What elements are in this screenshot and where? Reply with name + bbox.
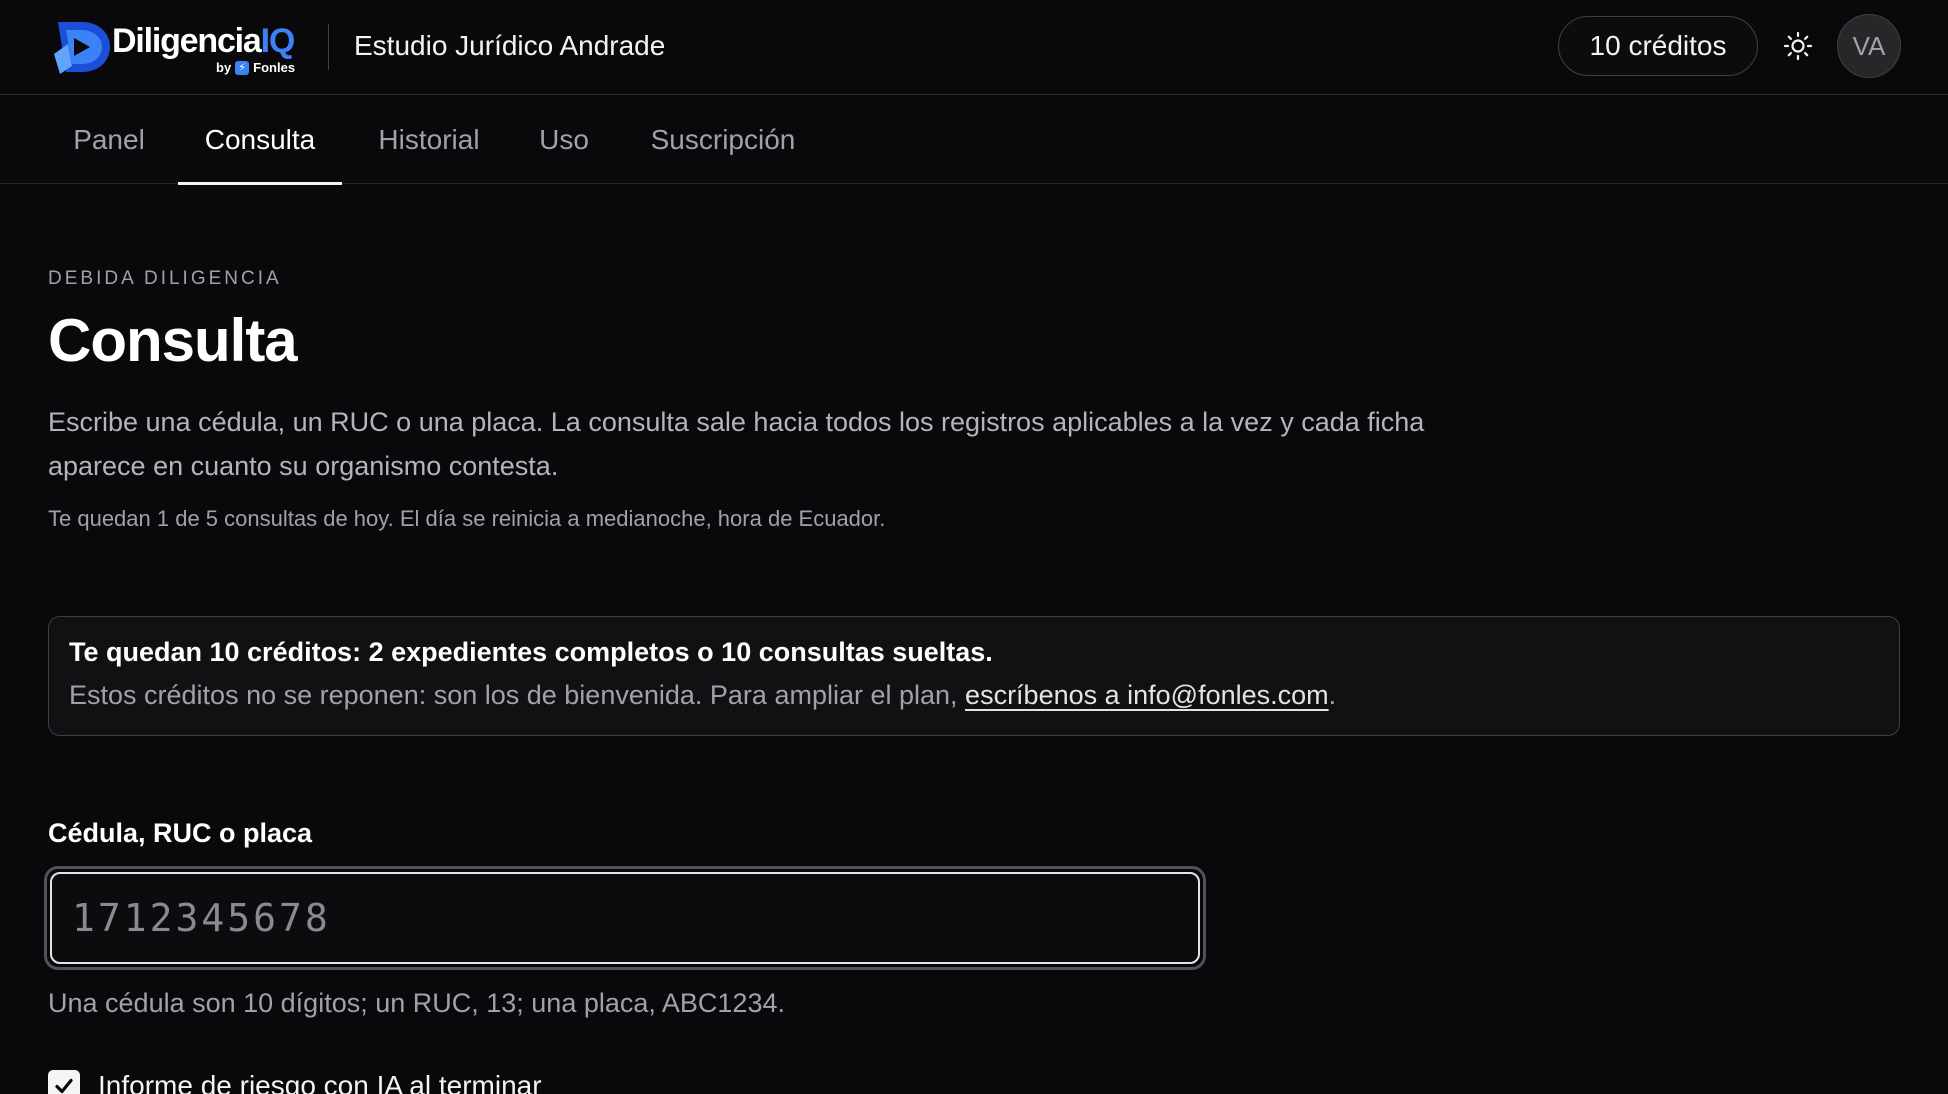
tab-uso[interactable]: Uso [526, 95, 602, 184]
fonles-icon: ⚡ [235, 60, 250, 75]
notice-body: Estos créditos no se reponen: son los de… [69, 680, 1879, 711]
tab-historial[interactable]: Historial [364, 95, 494, 184]
credits-notice: Te quedan 10 créditos: 2 expedientes com… [48, 616, 1900, 736]
checkmark-icon [55, 1078, 73, 1094]
logo-wordmark: DiligenciaIQ by ⚡ Fonles [112, 14, 296, 80]
id-field-label: Cédula, RUC o placa [48, 818, 313, 848]
id-input-focus-ring [44, 866, 1206, 970]
ai-report-checkbox[interactable] [48, 1070, 80, 1094]
logo-word-main: Diligencia [112, 22, 262, 60]
daily-quota-text: Te quedan 1 de 5 consultas de hoy. El dí… [48, 506, 886, 531]
ai-report-label: Informe de riesgo con IA al terminar [98, 1070, 542, 1094]
section-eyebrow: DEBIDA DILIGENCIA [48, 268, 282, 289]
tab-panel[interactable]: Panel [56, 95, 162, 184]
top-header: DiligenciaIQ by ⚡ Fonles Estudio Jurídic… [0, 0, 1948, 95]
user-avatar[interactable]: VA [1837, 14, 1901, 78]
header-divider [328, 24, 329, 70]
page-description: Escribe una cédula, un RUC o una placa. … [48, 407, 1425, 481]
notice-title: Te quedan 10 créditos: 2 expedientes com… [69, 637, 993, 667]
logo-mark-icon [54, 22, 110, 74]
logo-byline: by ⚡ Fonles [216, 60, 295, 75]
theme-toggle-button[interactable] [1778, 26, 1818, 66]
org-name: Estudio Jurídico Andrade [354, 30, 666, 61]
id-input[interactable] [50, 872, 1200, 964]
tab-consulta[interactable]: Consulta [178, 95, 342, 185]
logo-vendor: Fonles [253, 60, 296, 75]
sun-icon [1783, 31, 1813, 61]
app-logo[interactable]: DiligenciaIQ by ⚡ Fonles [52, 14, 302, 80]
id-field-help: Una cédula son 10 dígitos; un RUC, 13; u… [48, 988, 785, 1018]
contact-email-link[interactable]: escríbenos a info@fonles.com [965, 680, 1329, 710]
ai-report-option[interactable]: Informe de riesgo con IA al terminar [48, 1066, 542, 1094]
nav-tabs: Panel Consulta Historial Uso Suscripción [0, 95, 1948, 185]
page-title: Consulta [48, 307, 298, 374]
credits-pill[interactable]: 10 créditos [1558, 16, 1758, 76]
tab-suscripcion[interactable]: Suscripción [632, 95, 814, 184]
logo-word: DiligenciaIQ [112, 22, 296, 61]
notice-body-text: Estos créditos no se reponen: son los de… [69, 680, 966, 710]
notice-suffix: . [1328, 680, 1337, 710]
logo-word-accent: IQ [260, 22, 296, 60]
logo-by: by [216, 60, 232, 75]
